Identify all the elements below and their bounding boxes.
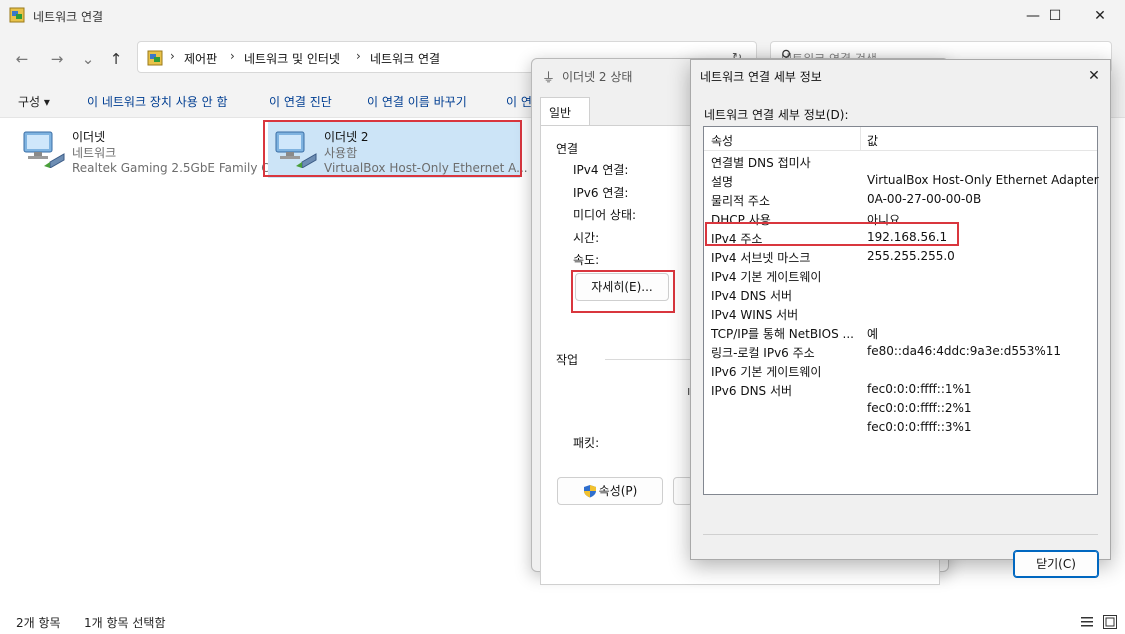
property-cell: TCP/IP를 통해 NetBIOS ...	[711, 327, 854, 341]
details-list[interactable]: 속성 값 연결별 DNS 접미사설명 VirtualBox Host-Only E…	[703, 126, 1099, 495]
status-bar: 2개 항목 1개 항목 선택함	[0, 610, 1125, 634]
table-row[interactable]: fec0:0:0:ffff::3%1	[704, 418, 1097, 437]
packets-label: 패킷:	[573, 436, 600, 450]
table-row[interactable]: TCP/IP를 통해 NetBIOS ... 예	[704, 323, 1097, 342]
property-cell: IPv4 기본 게이트웨이	[711, 270, 822, 284]
maximize-button[interactable]: ☐	[1032, 0, 1078, 32]
value-cell: fec0:0:0:ffff::2%1	[867, 401, 972, 415]
title-bar: 네트워크 연결 — ☐ ✕	[0, 0, 1125, 32]
value-cell: fec0:0:0:ffff::3%1	[867, 420, 972, 434]
speed-label: 속도:	[573, 253, 600, 267]
table-row[interactable]: 설명 VirtualBox Host-Only Ethernet Adapter	[704, 171, 1099, 190]
adapter-ethernet[interactable]: 이더넷 네트워크 Realtek Gaming 2.5GbE Family C.…	[16, 122, 281, 178]
dialog-title: 네트워크 연결 세부 정보	[700, 70, 822, 84]
connection-group-label: 연결	[556, 142, 579, 156]
table-row[interactable]: IPv6 기본 게이트웨이	[704, 361, 1097, 380]
value-cell: 0A-00-27-00-00-0B	[867, 192, 982, 206]
selected-count: 1개 항목 선택함	[84, 616, 166, 630]
property-cell: 물리적 주소	[711, 194, 771, 208]
table-row[interactable]: 링크-로컬 IPv6 주소 fe80::da46:4ddc:9a3e:d553%1…	[704, 342, 1097, 361]
tiles-view-icon[interactable]	[1103, 615, 1117, 629]
highlight-box	[263, 120, 522, 177]
property-cell: IPv4 DNS 서버	[711, 289, 793, 303]
details-list-label: 네트워크 연결 세부 정보(D):	[704, 108, 849, 122]
item-count: 2개 항목	[16, 616, 61, 630]
table-row[interactable]: IPv4 서브넷 마스크 255.255.255.0	[704, 247, 1097, 266]
property-cell: 설명	[711, 175, 734, 189]
adapter-name: 이더넷	[72, 130, 106, 144]
up-button[interactable]: ↑	[104, 48, 128, 70]
value-cell: 255.255.255.0	[867, 249, 955, 263]
dialog-divider	[703, 534, 1098, 535]
duration-label: 시간:	[573, 231, 600, 245]
value-cell: fec0:0:0:ffff::1%1	[867, 382, 972, 396]
highlight-box	[571, 270, 675, 313]
breadcrumb-network-connections[interactable]: 네트워크 연결	[370, 50, 440, 67]
recent-dropdown-button[interactable]: ⌄	[76, 48, 100, 70]
network-connections-icon	[9, 7, 25, 23]
table-row[interactable]: IPv4 WINS 서버	[704, 304, 1097, 323]
breadcrumb-separator: ›	[170, 49, 175, 63]
details-view-icon[interactable]	[1081, 616, 1093, 628]
dialog-body: 네트워크 연결 세부 정보(D): 속성 값 연결별 DNS 접미사설명 Virt…	[691, 92, 1110, 578]
property-cell: IPv4 서브넷 마스크	[711, 251, 811, 265]
table-row[interactable]: IPv4 DNS 서버	[704, 285, 1097, 304]
organize-menu[interactable]: 구성 ▾	[18, 93, 50, 110]
breadcrumb-separator: ›	[230, 49, 235, 63]
media-state-label: 미디어 상태:	[573, 208, 637, 222]
adapter-status: 네트워크	[72, 146, 117, 160]
activity-group-label: 작업	[556, 353, 579, 367]
breadcrumb-network-internet[interactable]: 네트워크 및 인터넷	[244, 50, 340, 67]
property-cell: IPv6 DNS 서버	[711, 384, 793, 398]
column-header-property[interactable]: 속성	[711, 132, 733, 149]
breadcrumb-control-panel[interactable]: 제어판	[184, 50, 217, 67]
close-window-button[interactable]: ✕	[1077, 0, 1123, 32]
highlight-box	[705, 222, 959, 246]
table-row[interactable]: IPv6 DNS 서버 fec0:0:0:ffff::1%1	[704, 380, 1097, 399]
diagnose-connection-button[interactable]: 이 연결 진단	[269, 93, 332, 110]
network-plug-icon: ⏚	[542, 71, 556, 86]
property-cell: 링크-로컬 IPv6 주소	[711, 346, 815, 360]
network-details-dialog: 네트워크 연결 세부 정보 ✕ 네트워크 연결 세부 정보(D): 속성 값 연…	[690, 59, 1111, 578]
close-dialog-button[interactable]: ✕	[1078, 60, 1110, 92]
column-header-value[interactable]: 값	[867, 132, 878, 149]
more-commands-button[interactable]: 이 연	[506, 93, 532, 110]
network-adapter-icon	[23, 131, 65, 168]
table-row[interactable]: fec0:0:0:ffff::2%1	[704, 399, 1097, 418]
forward-button[interactable]: →	[45, 48, 69, 70]
rename-connection-button[interactable]: 이 연결 이름 바꾸기	[367, 93, 467, 110]
window-title: 네트워크 연결	[33, 10, 104, 24]
table-row[interactable]: 물리적 주소 0A-00-27-00-00-0B	[704, 190, 1097, 209]
list-header: 속성 값	[704, 127, 1097, 151]
value-cell: fe80::da46:4ddc:9a3e:d553%11	[867, 344, 1061, 358]
column-separator	[860, 127, 861, 151]
value-cell: 예	[867, 327, 879, 341]
breadcrumb-separator: ›	[356, 49, 361, 63]
group-divider	[605, 359, 695, 360]
uac-shield-icon	[583, 485, 596, 498]
control-panel-icon	[147, 50, 163, 66]
dialog-title: 이더넷 2 상태	[562, 70, 633, 84]
close-button[interactable]: 닫기(C)	[1013, 550, 1099, 578]
table-row[interactable]: 연결별 DNS 접미사	[704, 152, 1097, 171]
adapter-device: Realtek Gaming 2.5GbE Family C...	[72, 161, 282, 175]
properties-button-label: 속성(P)	[598, 484, 638, 498]
property-cell: 연결별 DNS 접미사	[711, 156, 811, 170]
table-row[interactable]: IPv4 기본 게이트웨이	[704, 266, 1097, 285]
property-cell: IPv6 기본 게이트웨이	[711, 365, 822, 379]
property-cell: IPv4 WINS 서버	[711, 308, 799, 322]
ipv4-connectivity-label: IPv4 연결:	[573, 163, 629, 177]
back-button[interactable]: ←	[10, 48, 34, 70]
ipv6-connectivity-label: IPv6 연결:	[573, 186, 629, 200]
properties-button[interactable]: 속성(P)	[557, 477, 663, 505]
value-cell: VirtualBox Host-Only Ethernet Adapter	[867, 173, 1099, 187]
tab-general[interactable]: 일반	[540, 97, 590, 126]
disable-device-button[interactable]: 이 네트워크 장치 사용 안 함	[87, 93, 228, 110]
